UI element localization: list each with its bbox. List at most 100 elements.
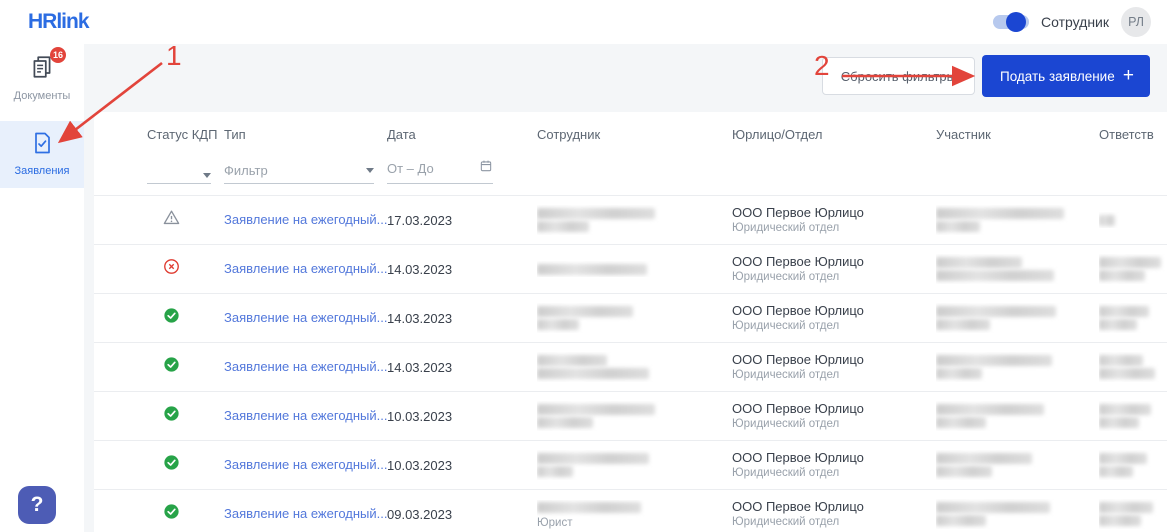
status-success-icon [162,502,181,526]
participant-redacted [936,499,1099,529]
responsible-cell [1099,352,1167,382]
org-name: ООО Первое Юрлицо [732,254,864,269]
participant-redacted [936,303,1099,333]
table-row[interactable]: Заявление на ежегодный... 09.03.2023 Юри… [94,490,1167,532]
redacted-text [537,305,633,317]
sidebar-item-label: Документы [13,90,71,102]
employee-cell: Юрист [537,500,732,529]
statement-type-link[interactable]: Заявление на ежегодный... [224,261,387,276]
org-cell: ООО Первое Юрлицо Юридический отдел [732,499,936,529]
redacted-text [537,354,607,366]
statement-date: 14.03.2023 [387,310,453,326]
avatar[interactable]: РЛ [1121,7,1151,37]
status-cell [147,502,224,526]
redacted-text [936,417,986,429]
table-row[interactable]: Заявление на ежегодный... 17.03.2023 ООО… [94,196,1167,245]
reset-filters-button[interactable]: Сбросить фильтры [821,57,975,95]
table-row[interactable]: Заявление на ежегодный... 10.03.2023 ООО… [94,441,1167,490]
sidebar-item-documents[interactable]: 16 Документы [0,44,84,113]
redacted-text [1099,403,1151,415]
redacted-text [537,207,655,219]
responsible-cell [1099,499,1167,529]
org-name: ООО Первое Юрлицо [732,401,864,416]
date-range-input[interactable]: От – До [387,159,493,184]
calendar-icon [479,159,493,178]
statement-type-link[interactable]: Заявление на ежегодный... [224,506,387,521]
responsible-cell [1099,254,1167,284]
sidebar-item-label: Заявления [14,165,70,177]
org-cell: ООО Первое Юрлицо Юридический отдел [732,303,936,333]
org-department: Юридический отдел [732,467,840,479]
statement-type-link[interactable]: Заявление на ежегодный... [224,457,387,472]
status-success-icon [162,453,181,477]
employee-redacted [537,205,732,235]
org-name: ООО Первое Юрлицо [732,499,864,514]
status-cell [147,306,224,330]
type-filter-select[interactable]: Фильтр [224,163,374,184]
status-success-icon [162,404,181,428]
redacted-text [936,319,990,331]
employee-cell [537,450,732,480]
redacted-text [1099,354,1143,366]
employee-cell [537,401,732,431]
participant-redacted [936,254,1099,284]
redacted-text [936,515,986,527]
responsible-redacted [1099,212,1167,228]
participant-redacted [936,205,1099,235]
org-department: Юридический отдел [732,516,840,528]
status-cell [147,208,224,232]
employee-redacted [537,500,732,516]
status-error-icon [162,257,181,281]
participant-redacted [936,352,1099,382]
main-area: Сбросить фильтры Подать заявление + Стат… [84,44,1167,532]
table-row[interactable]: Заявление на ежегодный... 14.03.2023 ООО… [94,245,1167,294]
status-cell [147,453,224,477]
employee-role: Юрист [537,516,573,529]
submit-statement-button[interactable]: Подать заявление + [982,55,1150,97]
documents-badge: 16 [49,47,66,63]
employee-cell [537,303,732,333]
participant-redacted [936,450,1099,480]
redacted-text [537,466,573,478]
responsible-cell [1099,401,1167,431]
redacted-text [936,207,1064,219]
status-cell [147,355,224,379]
statement-type-link[interactable]: Заявление на ежегодный... [224,359,387,374]
table-row[interactable]: Заявление на ежегодный... 14.03.2023 ООО… [94,343,1167,392]
participant-cell [936,401,1099,431]
employee-redacted [537,401,732,431]
org-cell: ООО Первое Юрлицо Юридический отдел [732,254,936,284]
org-name: ООО Первое Юрлицо [732,303,864,318]
participant-cell [936,205,1099,235]
table-row[interactable]: Заявление на ежегодный... 14.03.2023 ООО… [94,294,1167,343]
participant-cell [936,352,1099,382]
filter-row: Фильтр От – До [94,150,1167,196]
responsible-cell [1099,450,1167,480]
redacted-text [537,452,649,464]
help-button[interactable]: ? [18,486,56,524]
org-department: Юридический отдел [732,320,840,332]
participant-cell [936,499,1099,529]
org-department: Юридический отдел [732,418,840,430]
org-cell: ООО Первое Юрлицо Юридический отдел [732,205,936,235]
statements-table: Статус КДП Тип Дата Сотрудник Юрлицо/Отд… [94,112,1167,532]
statement-date: 17.03.2023 [387,212,453,228]
redacted-text [1099,466,1133,478]
statement-date: 10.03.2023 [387,457,453,473]
redacted-text [537,417,593,429]
status-filter-select[interactable] [147,173,211,184]
status-success-icon [162,306,181,330]
sidebar-item-statements[interactable]: Заявления [0,121,84,188]
org-name: ООО Первое Юрлицо [732,205,864,220]
statement-type-link[interactable]: Заявление на ежегодный... [224,408,387,423]
role-toggle[interactable] [992,12,1029,32]
statement-type-link[interactable]: Заявление на ежегодный... [224,310,387,325]
redacted-text [1099,501,1153,513]
table-row[interactable]: Заявление на ежегодный... 10.03.2023 ООО… [94,392,1167,441]
statements-icon [30,132,54,159]
statement-date: 14.03.2023 [387,359,453,375]
employee-redacted [537,303,732,333]
statement-type-link[interactable]: Заявление на ежегодный... [224,212,387,227]
participant-cell [936,450,1099,480]
redacted-text [1099,452,1147,464]
